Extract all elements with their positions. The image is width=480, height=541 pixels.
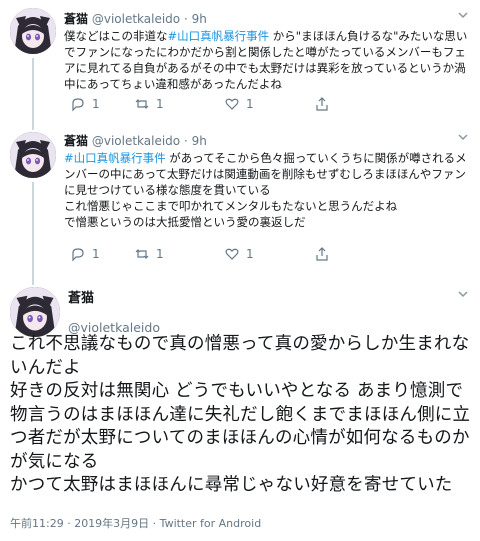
share-icon [316,247,328,261]
tweet-actions: 1 1 1 [64,96,424,116]
display-name[interactable]: 蒼猫 [64,134,88,148]
reply-button[interactable]: 1 [70,96,100,112]
share-icon [316,97,328,111]
timestamp[interactable]: 9h [192,12,207,26]
display-name[interactable]: 蒼猫 [64,12,88,26]
thread-connector [32,182,34,275]
tweet-text-segment: 僕などはこの非道な [64,29,168,43]
retweet-count: 1 [156,247,164,261]
hashtag-link[interactable]: #山口真帆暴行事件 [168,29,270,43]
retweet-count: 1 [156,97,164,111]
heart-icon [225,98,239,110]
avatar[interactable] [10,8,56,54]
thread-tweet-2[interactable]: 蒼猫 @violetkaleido · 9h #山口真帆暴行事件 があってそこか… [0,122,480,275]
anime-cat-avatar-icon [10,287,60,337]
tweet-text: これ不思議なもので真の憎悪って真の愛からしか生まれないんだよ 好きの反対は無関心… [10,333,476,498]
thread-connector [32,122,34,130]
anime-cat-avatar-icon [10,8,56,54]
user-handle[interactable]: @violetkaleido [92,12,180,26]
reply-count: 1 [92,97,100,111]
share-button[interactable] [314,96,330,112]
retweet-button[interactable]: 1 [134,96,164,112]
reply-icon [72,248,84,262]
hashtag-link[interactable]: #山口真帆暴行事件 [64,151,166,165]
avatar[interactable] [10,287,60,337]
anime-cat-avatar-icon [10,132,56,178]
like-count: 1 [246,247,254,261]
reply-button[interactable]: 1 [70,246,100,262]
tweet-header: 蒼猫 @violetkaleido · 9h [64,10,207,27]
tweet-header: 蒼猫 @violetkaleido · 9h [64,132,207,149]
separator-dot: · [183,134,188,148]
like-button[interactable]: 1 [224,246,254,262]
reply-count: 1 [92,247,100,261]
tweet-paragraph: かつて太野はまほほんに尋常じゃない好意を寄せていた [10,475,453,495]
chevron-down-icon[interactable] [456,130,470,144]
focused-tweet: 蒼猫 @violetkaleido これ不思議なもので真の憎悪って真の愛からしか… [0,275,480,541]
timestamp[interactable]: 9h [192,134,207,148]
like-count: 1 [246,97,254,111]
retweet-icon [135,249,149,259]
tweet-paragraph: これ不思議なもので真の憎悪って真の愛からしか生まれないんだよ [10,334,470,378]
avatar[interactable] [10,132,56,178]
thread-connector [32,275,34,285]
tweet-meta[interactable]: 午前11:29 · 2019年3月9日 · Twitter for Androi… [10,515,261,531]
display-name[interactable]: 蒼猫 [68,287,160,306]
separator-dot: · [183,12,188,26]
thread-connector [32,58,34,122]
share-button[interactable] [314,246,330,262]
tweet-actions: 1 1 1 [64,246,424,266]
thread-tweet-1[interactable]: 蒼猫 @violetkaleido · 9h 僕などはこの非道な#山口真帆暴行事… [0,0,480,122]
retweet-button[interactable]: 1 [134,246,164,262]
tweet-paragraph: 好きの反対は無関心 どうでもいいやとなる あまり憶測で物言うのはまほほん達に失礼… [10,381,471,472]
user-handle[interactable]: @violetkaleido [92,134,180,148]
chevron-down-icon[interactable] [456,8,470,22]
heart-icon [225,248,239,260]
reply-icon [72,98,84,112]
like-button[interactable]: 1 [224,96,254,112]
tweet-text: #山口真帆暴行事件 があってそこから色々掘っていくうちに関係が噂されるメンバーの… [64,150,472,230]
author-block[interactable]: 蒼猫 @violetkaleido [68,287,160,335]
chevron-down-icon[interactable] [456,287,470,301]
retweet-icon [135,99,149,109]
tweet-text: 僕などはこの非道な#山口真帆暴行事件 から"まほほん負けるな"みたいな思いでファ… [64,28,472,92]
